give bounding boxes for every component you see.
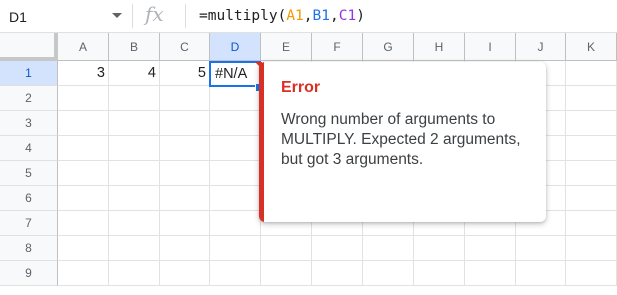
- formula-ref-b1: B1: [312, 8, 330, 24]
- empty-cell[interactable]: [210, 236, 261, 261]
- row-header-4[interactable]: 4: [0, 136, 58, 161]
- row-header-8[interactable]: 8: [0, 236, 58, 261]
- empty-cell[interactable]: [414, 261, 465, 286]
- empty-cell[interactable]: [465, 236, 516, 261]
- empty-cell[interactable]: [566, 186, 617, 211]
- empty-cell[interactable]: [160, 111, 210, 136]
- empty-cell[interactable]: [363, 236, 414, 261]
- error-title: Error: [281, 79, 321, 96]
- column-header-g[interactable]: G: [363, 33, 414, 61]
- empty-cell[interactable]: [109, 211, 160, 236]
- empty-cell[interactable]: [566, 161, 617, 186]
- empty-cell[interactable]: [210, 261, 261, 286]
- divider: [185, 4, 186, 28]
- row-header-9[interactable]: 9: [0, 261, 58, 286]
- column-header-j[interactable]: J: [516, 33, 566, 61]
- empty-cell[interactable]: [312, 236, 363, 261]
- column-header-d[interactable]: D: [210, 33, 261, 61]
- column-header-h[interactable]: H: [414, 33, 465, 61]
- name-box-dropdown-icon[interactable]: [112, 13, 122, 18]
- empty-cell[interactable]: [566, 61, 617, 86]
- empty-cell[interactable]: [160, 86, 210, 111]
- empty-cell[interactable]: [109, 186, 160, 211]
- empty-cell[interactable]: [160, 261, 210, 286]
- empty-cell[interactable]: [566, 236, 617, 261]
- column-header-i[interactable]: I: [465, 33, 516, 61]
- empty-cell[interactable]: [58, 186, 109, 211]
- empty-cell[interactable]: [566, 86, 617, 111]
- empty-cell[interactable]: [312, 261, 363, 286]
- empty-cell[interactable]: [109, 161, 160, 186]
- column-header-k[interactable]: K: [566, 33, 617, 61]
- empty-cell[interactable]: [566, 136, 617, 161]
- empty-cell[interactable]: [58, 261, 109, 286]
- cell-b1[interactable]: 4: [109, 61, 160, 86]
- column-header-c[interactable]: C: [160, 33, 210, 61]
- column-header-e[interactable]: E: [261, 33, 312, 61]
- empty-cell[interactable]: [160, 161, 210, 186]
- row-header-5[interactable]: 5: [0, 161, 58, 186]
- empty-cell[interactable]: [210, 111, 261, 136]
- cell-d1-active[interactable]: #N/A: [209, 61, 261, 87]
- empty-cell[interactable]: [414, 236, 465, 261]
- empty-cell[interactable]: [210, 136, 261, 161]
- error-indicator-icon[interactable]: [255, 62, 262, 69]
- empty-cell[interactable]: [516, 261, 566, 286]
- empty-cell[interactable]: [516, 236, 566, 261]
- empty-cell[interactable]: [109, 236, 160, 261]
- empty-cell[interactable]: [109, 261, 160, 286]
- formula-input[interactable]: =multiply(A1,B1,C1): [199, 5, 365, 27]
- empty-cell[interactable]: [58, 211, 109, 236]
- row-header-6[interactable]: 6: [0, 186, 58, 211]
- formula-prefix: =multiply(: [199, 8, 287, 24]
- empty-cell[interactable]: [210, 161, 261, 186]
- column-header-f[interactable]: F: [312, 33, 363, 61]
- empty-cell[interactable]: [261, 236, 312, 261]
- empty-cell[interactable]: [261, 261, 312, 286]
- empty-cell[interactable]: [465, 261, 516, 286]
- formula-bar: D1 fx =multiply(A1,B1,C1): [0, 0, 617, 33]
- empty-cell[interactable]: [160, 186, 210, 211]
- empty-cell[interactable]: [210, 211, 261, 236]
- formula-comma: ,: [303, 8, 313, 24]
- formula-suffix: ): [356, 8, 365, 24]
- empty-cell[interactable]: [58, 236, 109, 261]
- formula-comma: ,: [329, 8, 339, 24]
- empty-cell[interactable]: [566, 111, 617, 136]
- divider: [132, 4, 133, 28]
- empty-cell[interactable]: [109, 136, 160, 161]
- empty-cell[interactable]: [566, 211, 617, 236]
- row-header-2[interactable]: 2: [0, 86, 58, 111]
- empty-cell[interactable]: [109, 111, 160, 136]
- empty-cell[interactable]: [58, 136, 109, 161]
- formula-ref-c1: C1: [338, 8, 357, 24]
- empty-cell[interactable]: [363, 261, 414, 286]
- error-accent-bar: [259, 62, 264, 222]
- empty-cell[interactable]: [160, 136, 210, 161]
- select-all-corner[interactable]: [0, 33, 58, 61]
- formula-ref-a1: A1: [286, 8, 304, 24]
- empty-cell[interactable]: [210, 186, 261, 211]
- column-header-b[interactable]: B: [109, 33, 160, 61]
- name-box[interactable]: D1: [9, 7, 114, 27]
- empty-cell[interactable]: [566, 261, 617, 286]
- empty-cell[interactable]: [58, 161, 109, 186]
- column-header-a[interactable]: A: [58, 33, 109, 61]
- row-header-1[interactable]: 1: [0, 61, 58, 86]
- row-header-7[interactable]: 7: [0, 211, 58, 236]
- cell-c1[interactable]: 5: [160, 61, 210, 86]
- fx-icon: fx: [145, 2, 164, 26]
- row-header-3[interactable]: 3: [0, 111, 58, 136]
- empty-cell[interactable]: [109, 86, 160, 111]
- empty-cell[interactable]: [160, 236, 210, 261]
- error-message: Wrong number of arguments to MULTIPLY. E…: [281, 111, 521, 168]
- empty-cell[interactable]: [210, 86, 261, 111]
- cell-a1[interactable]: 3: [58, 61, 109, 86]
- empty-cell[interactable]: [58, 111, 109, 136]
- empty-cell[interactable]: [160, 211, 210, 236]
- empty-cell[interactable]: [58, 86, 109, 111]
- error-popover: Error Wrong number of arguments to MULTI…: [259, 62, 546, 222]
